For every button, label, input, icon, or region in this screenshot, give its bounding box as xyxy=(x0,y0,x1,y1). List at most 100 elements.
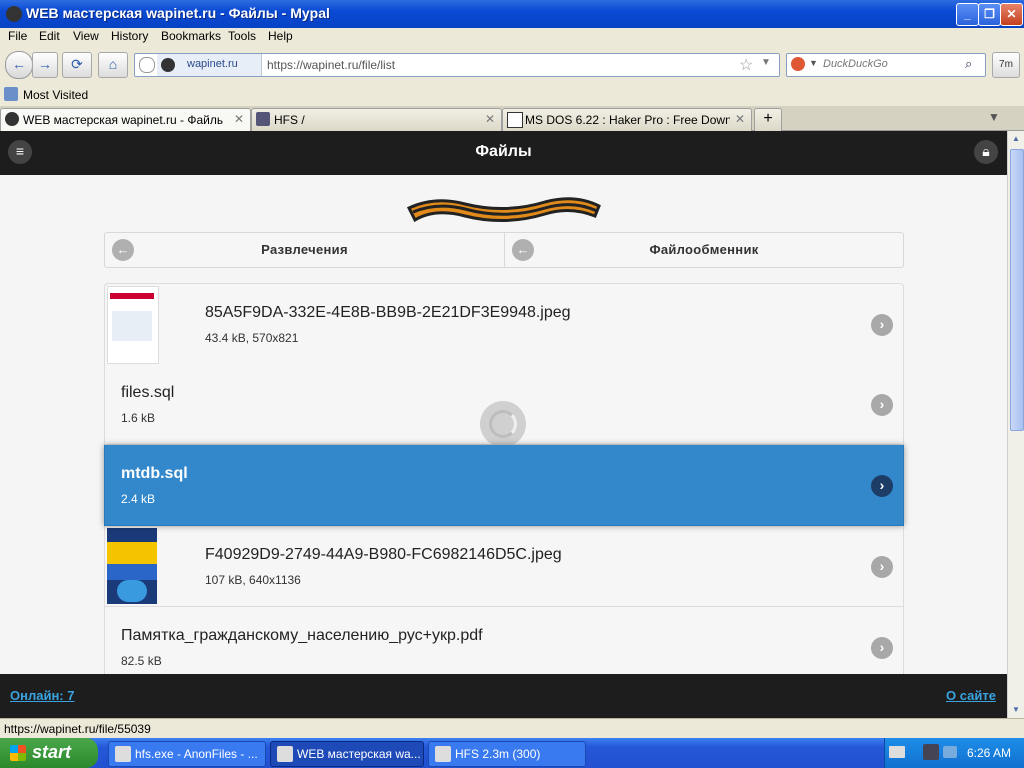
reload-button[interactable]: ⟳ xyxy=(62,52,92,78)
scroll-down-icon: ▼ xyxy=(1012,705,1020,714)
search-icon[interactable]: ⌕ xyxy=(965,56,972,72)
site-favicon xyxy=(161,58,175,72)
taskbar-item-wapinet[interactable]: WEB мастерская wa... xyxy=(270,741,424,767)
file-row[interactable]: 85A5F9DA-332E-4E8B-BB9B-2E21DF3E9948.jpe… xyxy=(104,283,904,365)
page-title: Файлы xyxy=(475,143,532,160)
menu-tools[interactable]: Tools xyxy=(228,29,256,43)
new-tab-button[interactable]: + xyxy=(754,108,782,131)
window-title: WEB мастерская wapinet.ru - Файлы - Mypa… xyxy=(26,5,330,21)
chevron-right-icon: › xyxy=(871,637,893,659)
browser-icon xyxy=(277,746,293,762)
file-meta: 107 kB, 640x1136 xyxy=(205,573,301,587)
maximize-button[interactable]: ❐ xyxy=(978,3,1001,26)
file-row[interactable]: F40929D9-2749-44A9-B980-FC6982146D5C.jpe… xyxy=(104,526,904,607)
file-name: F40929D9-2749-44A9-B980-FC6982146D5C.jpe… xyxy=(205,546,562,563)
tab-ms-dos[interactable]: MS DOS 6.22 : Haker Pro : Free Downloa..… xyxy=(502,108,752,131)
addon-badge-button[interactable]: 7m xyxy=(992,52,1020,78)
keyboard-icon[interactable] xyxy=(889,746,905,758)
window-title-bar[interactable]: WEB мастерская wapinet.ru - Файлы - Mypa… xyxy=(0,0,1024,28)
site-footer: Онлайн: 7 О сайте xyxy=(0,674,1007,718)
windows-taskbar: start hfs.exe - AnonFiles - ... WEB маст… xyxy=(0,738,1024,768)
home-button[interactable]: ⌂ xyxy=(98,52,128,78)
site-identity[interactable]: wapinet.ru xyxy=(157,54,262,76)
category-label: Развлечения xyxy=(261,242,348,257)
navigation-toolbar: ← → ⟳ ⌂ wapinet.ru https://wapinet.ru/fi… xyxy=(0,46,1024,82)
tab-strip: WEB мастерская wapinet.ru - Файлы ✕ HFS … xyxy=(0,106,1024,131)
most-visited-icon xyxy=(4,87,18,101)
page-scrollbar[interactable]: ▲ ▼ xyxy=(1007,131,1024,718)
site-header: ≡ Файлы 🔒︎ xyxy=(0,131,1007,175)
chevron-right-icon: › xyxy=(871,394,893,416)
online-users-link[interactable]: Онлайн: 7 xyxy=(10,688,74,703)
taskbar-item-hfs-app[interactable]: HFS 2.3m (300) xyxy=(428,741,586,767)
lock-icon[interactable]: 🔒︎ xyxy=(974,140,998,164)
menu-view[interactable]: View xyxy=(73,29,99,43)
file-meta: 82.5 kB xyxy=(121,654,162,668)
menu-bookmarks[interactable]: Bookmarks xyxy=(161,29,221,43)
minimize-button[interactable]: _ xyxy=(956,3,979,26)
identity-icon[interactable] xyxy=(139,57,155,73)
url-text[interactable]: https://wapinet.ru/file/list xyxy=(267,58,395,72)
file-list: 85A5F9DA-332E-4E8B-BB9B-2E21DF3E9948.jpe… xyxy=(104,283,904,718)
hfs-favicon xyxy=(256,112,270,126)
chevron-right-icon: › xyxy=(871,556,893,578)
network-icon[interactable] xyxy=(943,746,957,758)
close-window-button[interactable]: ✕ xyxy=(1000,3,1023,26)
loading-spinner xyxy=(480,401,526,447)
close-tab-icon[interactable]: ✕ xyxy=(234,112,244,126)
file-name: files.sql xyxy=(121,384,175,401)
bookmark-star-icon[interactable]: ☆ xyxy=(739,55,753,75)
scrollbar-thumb[interactable] xyxy=(1010,149,1024,431)
file-thumbnail xyxy=(107,286,159,364)
start-label: start xyxy=(32,742,72,762)
chevron-right-icon: › xyxy=(871,475,893,497)
menu-bar: File Edit View History Bookmarks Tools H… xyxy=(0,28,1024,46)
search-placeholder: DuckDuckGo xyxy=(823,58,888,70)
tab-label: HFS / xyxy=(274,113,305,127)
file-thumbnail xyxy=(107,528,157,604)
archive-org-favicon xyxy=(507,112,523,128)
browser-icon xyxy=(115,746,131,762)
scroll-up-icon: ▲ xyxy=(1012,134,1020,143)
clock[interactable]: 6:26 AM xyxy=(967,746,1011,760)
menu-edit[interactable]: Edit xyxy=(39,29,60,43)
tab-hfs[interactable]: HFS / ✕ xyxy=(251,108,502,131)
start-button[interactable]: start xyxy=(0,738,98,768)
about-site-link[interactable]: О сайте xyxy=(946,688,996,703)
file-meta: 2.4 kB xyxy=(121,492,156,506)
bookmarks-toolbar: Most Visited xyxy=(0,84,1024,106)
wapinet-favicon xyxy=(5,112,19,126)
category-entertainment-button[interactable]: ← Развлечения xyxy=(104,232,505,268)
close-tab-icon[interactable]: ✕ xyxy=(485,112,495,126)
st-george-ribbon-logo xyxy=(406,197,601,223)
file-row-selected[interactable]: mtdb.sql 2.4 kB › xyxy=(104,445,904,526)
hfs-tray-icon[interactable] xyxy=(923,744,939,760)
system-tray: 6:26 AM xyxy=(884,738,1024,768)
tab-wapinet-files[interactable]: WEB мастерская wapinet.ru - Файлы ✕ xyxy=(0,108,251,131)
menu-help[interactable]: Help xyxy=(268,29,293,43)
search-engine-dropdown-icon[interactable]: ▼ xyxy=(809,58,818,68)
site-label: wapinet.ru xyxy=(187,58,238,70)
menu-history[interactable]: History xyxy=(111,29,148,43)
file-name: Памятка_гражданскому_населению_рус+укр.p… xyxy=(121,627,483,644)
search-bar[interactable]: ▼ DuckDuckGo ⌕ xyxy=(786,53,986,77)
status-bar: https://wapinet.ru/file/55039 xyxy=(0,718,1024,739)
file-meta: 1.6 kB xyxy=(121,411,156,425)
forward-button[interactable]: → xyxy=(32,52,58,78)
back-button[interactable]: ← xyxy=(5,51,33,79)
category-label: Файлообменник xyxy=(649,242,759,257)
mypal-app-icon xyxy=(6,6,22,22)
duckduckgo-icon[interactable] xyxy=(791,57,805,71)
tab-label: MS DOS 6.22 : Haker Pro : Free Downloa..… xyxy=(525,113,730,127)
file-name: mtdb.sql xyxy=(121,465,188,482)
tab-list-icon[interactable]: ▼ xyxy=(988,110,1000,124)
close-tab-icon[interactable]: ✕ xyxy=(735,112,745,126)
url-bar[interactable]: wapinet.ru https://wapinet.ru/file/list … xyxy=(134,53,780,77)
hfs-icon xyxy=(435,746,451,762)
url-dropdown-icon[interactable]: ▼ xyxy=(761,57,771,68)
menu-file[interactable]: File xyxy=(8,29,27,43)
taskbar-item-hfs-anonfiles[interactable]: hfs.exe - AnonFiles - ... xyxy=(108,741,266,767)
category-file-exchange-button[interactable]: ← Файлообменник xyxy=(504,232,904,268)
most-visited-bookmark[interactable]: Most Visited xyxy=(23,88,88,102)
tab-label: WEB мастерская wapinet.ru - Файлы xyxy=(23,113,223,127)
